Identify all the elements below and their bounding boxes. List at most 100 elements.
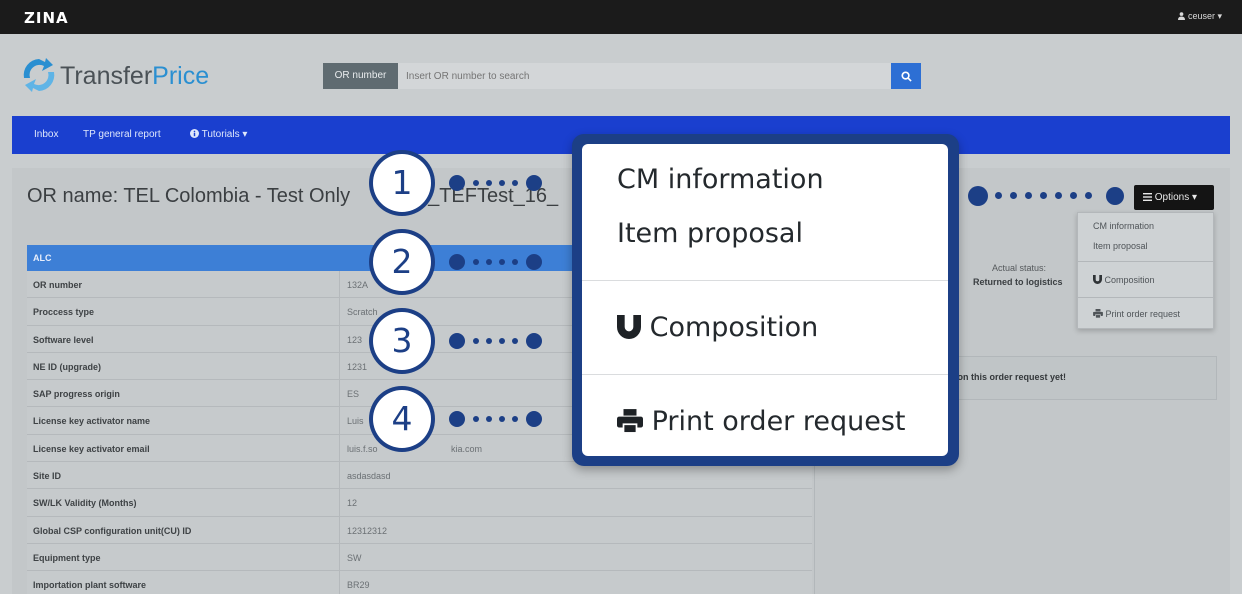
options-menu-callout: CM information Item proposal Composition… [572, 134, 959, 466]
app-title: TransferPrice [60, 62, 209, 91]
row-key: SW/LK Validity (Months) [33, 498, 137, 509]
menu-composition-label: Composition [1104, 275, 1155, 285]
email-tail: kia.com [451, 443, 483, 454]
cell-divider [339, 271, 340, 298]
user-menu[interactable]: ceuser ▾ [1177, 11, 1222, 22]
menu-divider [1078, 297, 1213, 298]
cell-divider [339, 352, 340, 380]
row-key: License key activator email [33, 443, 150, 454]
row-value: 1231 [347, 361, 368, 372]
row-key: OR number [33, 280, 83, 290]
row-key: Proccess type [33, 307, 95, 318]
table-row: Importation plant software BR29 [27, 571, 812, 594]
cell-divider [339, 462, 340, 489]
cell-divider [339, 298, 340, 325]
connector-dot [486, 338, 492, 344]
cell-divider [339, 434, 340, 462]
cell-divider [339, 543, 340, 571]
row-value: asdasdasd [347, 471, 391, 482]
row-value: 123 [347, 334, 363, 345]
row-value: SW [347, 552, 362, 563]
cell-divider [339, 571, 340, 594]
callout-composition-label: Composition [649, 312, 819, 343]
options-button[interactable]: Options ▾ [1134, 185, 1214, 210]
connector-dot [1085, 192, 1092, 199]
connector-dot [526, 175, 542, 191]
nav-inbox[interactable]: Inbox [34, 129, 58, 140]
connector-dot [473, 180, 479, 186]
options-label: Options ▾ [1154, 192, 1198, 203]
nav-general-report[interactable]: TP general report [83, 129, 161, 140]
row-value: Scratch [347, 307, 378, 318]
callout-composition[interactable]: Composition [617, 312, 818, 343]
callout-cm-information[interactable]: CM information [617, 164, 824, 195]
connector-dot [486, 259, 492, 265]
row-key: Equipment type [33, 552, 101, 563]
table-row: Global CSP configuration unit(CU) ID 1231… [27, 516, 812, 544]
step-number: 4 [373, 390, 431, 448]
user-icon [1177, 12, 1185, 20]
callout-divider [582, 374, 948, 375]
comments-text: ts on this order request yet! [947, 372, 1067, 382]
row-key: SAP progress origin [33, 389, 120, 400]
info-icon [190, 129, 199, 138]
app-title-part2: Price [152, 62, 210, 90]
connector-dot [968, 186, 988, 206]
cell-divider [339, 516, 340, 543]
connector-dot [526, 254, 542, 270]
row-key: Global CSP configuration unit(CU) ID [33, 525, 192, 536]
connector-dot [486, 416, 492, 422]
connector-dot [512, 338, 518, 344]
callout-divider [582, 280, 948, 281]
menu-divider [1078, 261, 1213, 262]
table-row: Equipment type SW [27, 543, 812, 572]
row-value: 12312312 [347, 525, 388, 536]
magnet-icon [617, 315, 641, 339]
search-button[interactable] [891, 63, 921, 89]
callout-item-proposal[interactable]: Item proposal [617, 218, 803, 249]
magnet-icon [1093, 275, 1102, 284]
menu-cm-information[interactable]: CM information [1093, 221, 1154, 231]
callout-print[interactable]: Print order request [617, 406, 906, 437]
cell-divider [339, 407, 340, 434]
connector-dot [995, 192, 1002, 199]
connector-dot [449, 411, 465, 427]
menu-print[interactable]: Print order request [1093, 309, 1180, 319]
connector-dot [499, 259, 505, 265]
top-bar: ZINA ceuser ▾ [0, 0, 1242, 34]
transferprice-logo-icon [23, 58, 55, 92]
connector-dot [499, 338, 505, 344]
search-input[interactable] [398, 63, 891, 89]
nav-tutorials[interactable]: Tutorials ▾ [190, 129, 247, 140]
connector-dot [473, 416, 479, 422]
connector-dot [512, 180, 518, 186]
menu-composition[interactable]: Composition [1093, 275, 1155, 285]
callout-menu: CM information Item proposal Composition… [582, 144, 948, 456]
status-box: Actual status: Returned to logistics [958, 246, 1078, 318]
connector-dot [499, 416, 505, 422]
menu-icon [1143, 193, 1152, 201]
brand-logo: ZINA [24, 9, 69, 27]
cell-divider [339, 325, 340, 352]
app-title-part1: Transfer [60, 62, 153, 90]
or-name-title: OR name: TEL Colombia - Test Only _TEFTes… [27, 185, 558, 208]
search-label: OR number [323, 63, 398, 89]
connector-dot [526, 411, 542, 427]
row-value: 12 [347, 498, 358, 509]
step-marker-4: 4 [369, 386, 435, 452]
connector-dot [1025, 192, 1032, 199]
connector-dot [449, 254, 465, 270]
row-value: 132A [347, 280, 369, 290]
row-key: Site ID [33, 471, 62, 482]
step-marker-1: 1 [369, 150, 435, 216]
row-value: Luis [347, 416, 364, 427]
connector-dot [499, 180, 505, 186]
row-value: ES [347, 389, 360, 400]
callout-print-label: Print order request [651, 406, 906, 437]
connector-dot [473, 338, 479, 344]
user-name: ceuser ▾ [1187, 11, 1222, 21]
row-value: BR29 [347, 580, 370, 591]
options-dropdown: CM information Item proposal Composition… [1077, 212, 1214, 329]
table-row: Site ID asdasdasd [27, 462, 812, 490]
menu-item-proposal[interactable]: Item proposal [1093, 241, 1148, 251]
